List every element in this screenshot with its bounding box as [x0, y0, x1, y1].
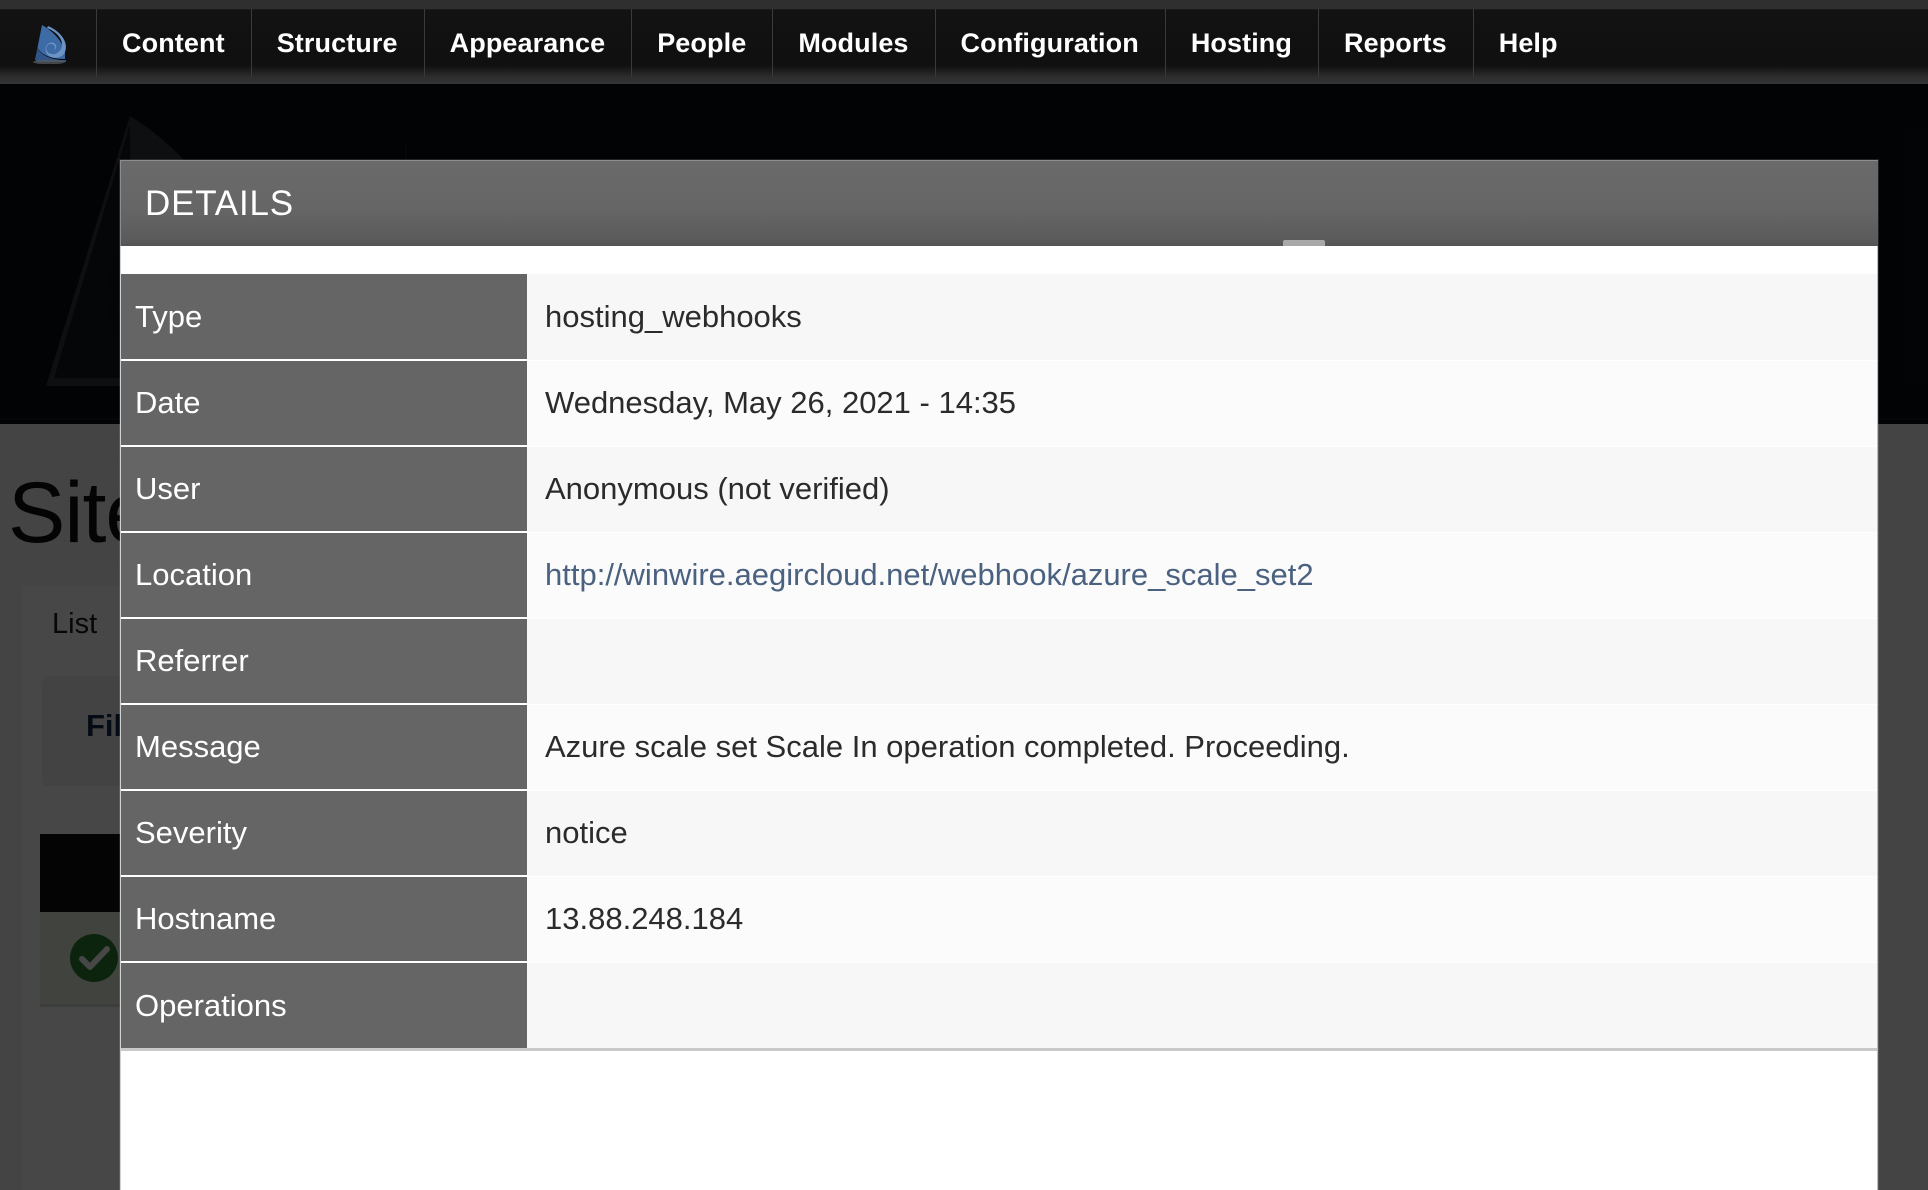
toolbar-item-appearance[interactable]: Appearance [423, 9, 632, 77]
details-row-label: Hostname [121, 876, 527, 963]
details-row: Message Azure scale set Scale In operatio… [121, 704, 1877, 791]
details-row-label: Type [121, 274, 527, 361]
details-row-label: Referrer [121, 618, 527, 705]
details-table-bottom-rule [121, 1048, 1877, 1051]
details-row: Date Wednesday, May 26, 2021 - 14:35 [121, 360, 1877, 447]
modal-titlebar: DETAILS [120, 160, 1878, 247]
details-row: Hostname 13.88.248.184 [121, 876, 1877, 963]
details-row-value [527, 962, 1877, 1048]
details-row: User Anonymous (not verified) [121, 446, 1877, 533]
details-row-value: Wednesday, May 26, 2021 - 14:35 [527, 360, 1877, 447]
details-row-label: User [121, 446, 527, 533]
toolbar-item-reports[interactable]: Reports [1318, 9, 1473, 77]
toolbar-item-people[interactable]: People [631, 9, 772, 77]
toolbar-home-button[interactable] [0, 0, 96, 84]
admin-toolbar: Content Structure Appearance People Modu… [0, 0, 1928, 84]
details-row: Operations [121, 962, 1877, 1048]
toolbar-item-hosting[interactable]: Hosting [1164, 9, 1318, 77]
toolbar-top-strip [0, 0, 1928, 9]
toolbar-item-configuration[interactable]: Configuration [934, 9, 1165, 77]
details-row-value: http://winwire.aegircloud.net/webhook/az… [527, 532, 1877, 619]
details-row-value: hosting_webhooks [527, 274, 1877, 361]
details-row: Location http://winwire.aegircloud.net/we… [121, 532, 1877, 619]
modal-title: DETAILS [145, 183, 294, 223]
toolbar-item-modules[interactable]: Modules [772, 9, 934, 77]
modal-body: Type hosting_webhooks Date Wednesday, May 2… [120, 246, 1878, 1190]
details-row-value: 13.88.248.184 [527, 876, 1877, 963]
details-row-label: Operations [121, 962, 527, 1048]
details-row: Referrer [121, 618, 1877, 705]
details-row: Severity notice [121, 790, 1877, 877]
details-row: Type hosting_webhooks [121, 274, 1877, 361]
details-row-value: notice [527, 790, 1877, 877]
details-row-value: Azure scale set Scale In operation compl… [527, 704, 1877, 791]
details-row-label: Message [121, 704, 527, 791]
details-row-label: Location [121, 532, 527, 619]
details-table: Type hosting_webhooks Date Wednesday, May 2… [121, 274, 1877, 1048]
details-location-link[interactable]: http://winwire.aegircloud.net/webhook/az… [545, 557, 1314, 592]
details-row-value: Anonymous (not verified) [527, 446, 1877, 533]
details-modal: DETAILS Type hosting_webhooks Date Wednesda… [120, 160, 1878, 1190]
toolbar-item-help[interactable]: Help [1472, 9, 1584, 77]
toolbar-item-structure[interactable]: Structure [250, 9, 424, 77]
details-row-label: Date [121, 360, 527, 447]
details-row-value [527, 618, 1877, 705]
drupal-wave-logo-icon [33, 25, 66, 64]
details-row-label: Severity [121, 790, 527, 877]
toolbar-item-content[interactable]: Content [96, 9, 251, 77]
